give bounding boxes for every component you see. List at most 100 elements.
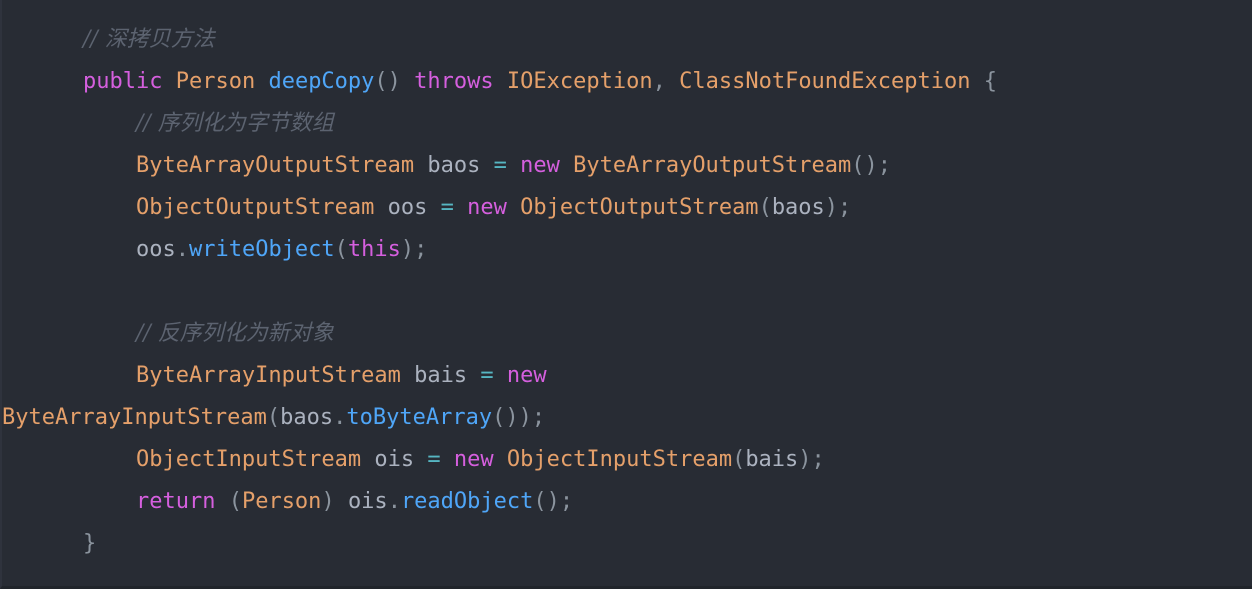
token-punct: ( [758,195,772,220]
token-type: ObjectInputStream [135,447,362,472]
token-keyword: throws [414,69,494,94]
line-return[interactable]: return (Person) ois.readObject(); [2,481,1252,523]
line-baos-decl[interactable]: ByteArrayOutputStream baos = new ByteArr… [2,145,1252,187]
token-type: ObjectOutputStream [520,195,759,220]
token-type: ObjectOutputStream [135,195,375,220]
token-punct: . [175,237,189,262]
token-var: baos [427,153,481,178]
token-brace: { [983,69,998,94]
token-comment: // 深拷贝方法 [82,27,215,52]
token-punct: ( [732,447,746,472]
token-var: bais [745,447,799,472]
line-bais-decl[interactable]: ByteArrayInputStream bais = new [2,355,1252,397]
token-punct: ) [321,489,335,514]
token-type: ClassNotFoundException [679,69,971,94]
line-oos-decl[interactable]: ObjectOutputStream oos = new ObjectOutpu… [2,187,1252,229]
token-keyword: new [520,153,560,178]
line-blank-1[interactable] [2,271,1252,313]
line-method-signature[interactable]: public Person deepCopy() throws IOExcept… [2,61,1252,103]
token-keyword: new [506,363,547,388]
line-close-brace[interactable]: } [2,523,1252,565]
token-comment: // 反序列化为新对象 [135,321,334,346]
token-func: deepCopy [268,69,375,94]
token-punct: ); [798,447,825,472]
token-keyword: public [82,69,163,94]
token-punct: . [333,405,347,430]
line-comment-deepcopy[interactable]: // 深拷贝方法 [2,19,1252,61]
token-keyword: this [347,237,401,262]
token-func: toByteArray [346,405,493,430]
token-type: IOException [506,69,653,94]
line-ois-decl[interactable]: ObjectInputStream ois = new ObjectInputS… [2,439,1252,481]
token-type: Person [241,489,322,514]
token-type: ByteArrayInputStream [2,405,267,430]
line-comment-deserialize[interactable]: // 反序列化为新对象 [2,313,1252,355]
token-punct: (); [851,153,892,178]
token-punct: ( [266,405,281,430]
token-keyword: new [467,195,507,220]
token-comment: // 序列化为字节数组 [135,111,334,136]
token-var: oos [135,237,176,262]
token-type: ObjectInputStream [506,447,733,472]
token-punct: ); [400,237,428,262]
token-func: readObject [400,489,534,514]
token-var: oos [387,195,428,220]
token-func: writeObject [188,237,335,262]
token-punct: (); [533,489,574,514]
token-var: ois [374,447,415,472]
code-editor[interactable]: // 深拷贝方法 public Person deepCopy() throws… [0,0,1252,589]
token-operator: = [480,363,494,388]
token-type: ByteArrayInputStream [135,363,401,388]
line-comment-serialize[interactable]: // 序列化为字节数组 [2,103,1252,145]
token-punct: ( [334,237,348,262]
token-keyword: return [135,489,216,514]
token-type: Person [175,69,256,94]
token-punct: ); [824,195,852,220]
code-block[interactable]: // 深拷贝方法 public Person deepCopy() throws… [2,19,1252,565]
token-punct: ( [228,489,242,514]
token-punct: . [387,489,401,514]
token-operator: = [493,153,507,178]
token-var: baos [280,405,334,430]
line-bais-decl-wrap[interactable]: ByteArrayInputStream(baos.toByteArray())… [2,397,1252,439]
token-var: baos [771,195,825,220]
token-type: ByteArrayOutputStream [573,153,852,178]
token-punct: ()); [492,405,546,430]
token-var: bais [414,363,468,388]
token-operator: = [440,195,454,220]
token-type: ByteArrayOutputStream [135,153,415,178]
line-write-object[interactable]: oos.writeObject(this); [2,229,1252,271]
